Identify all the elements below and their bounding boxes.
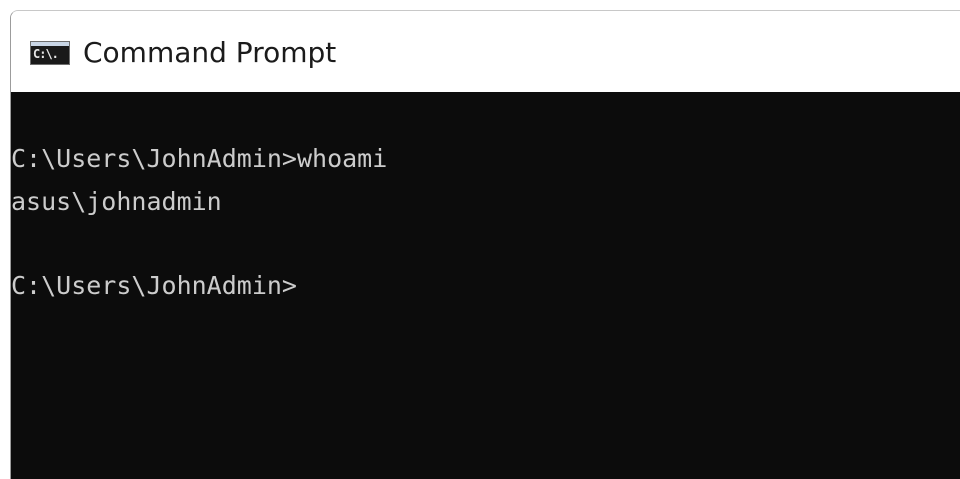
- window-title: Command Prompt: [83, 36, 337, 69]
- console-line-prompt: C:\Users\JohnAdmin>: [11, 271, 297, 300]
- console-icon: C:\.: [30, 41, 70, 65]
- console-icon-bar: [31, 42, 69, 46]
- console-line-output: asus\johnadmin: [11, 187, 222, 216]
- title-bar[interactable]: C:\. Command Prompt: [11, 11, 960, 92]
- command-prompt-window[interactable]: C:\. Command Prompt C:\Users\JohnAdmin>w…: [10, 10, 960, 479]
- console-line-command: C:\Users\JohnAdmin>whoami: [11, 144, 388, 173]
- console-output[interactable]: C:\Users\JohnAdmin>whoami asus\johnadmin…: [11, 92, 960, 479]
- console-icon-glyph: C:\.: [33, 47, 59, 61]
